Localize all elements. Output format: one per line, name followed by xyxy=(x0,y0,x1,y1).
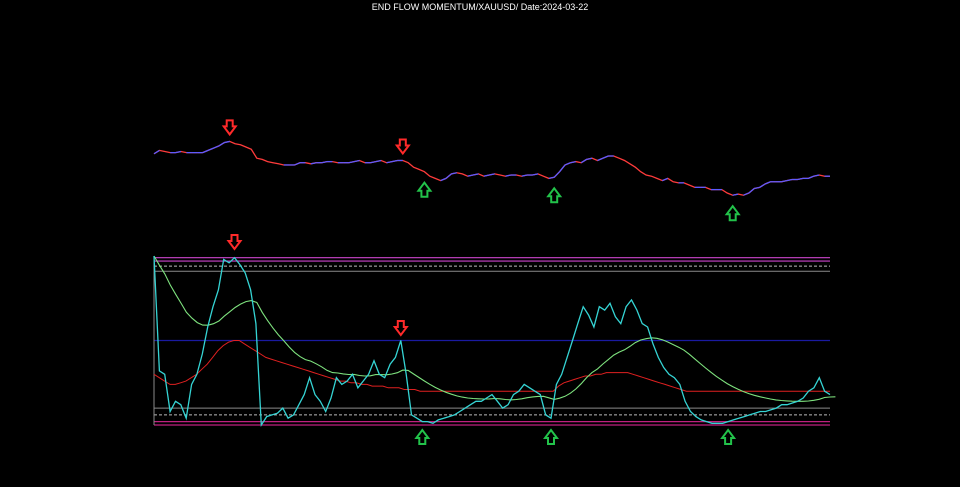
price-segment-up xyxy=(218,142,225,147)
price-segment-up xyxy=(207,147,214,152)
price-segment-up xyxy=(548,176,555,180)
price-line-down xyxy=(153,140,830,196)
price-segment-up xyxy=(797,177,804,181)
price-segment-up xyxy=(472,173,479,176)
price-segment-up xyxy=(559,164,566,173)
price-segment-up xyxy=(489,173,495,176)
price-segment-up xyxy=(754,186,760,190)
price-segment-up xyxy=(294,162,301,166)
price-segment-up xyxy=(521,174,528,177)
price-segment-up xyxy=(440,177,447,182)
price-segment-up xyxy=(310,162,317,165)
price-segment-up xyxy=(213,145,220,149)
buy-arrow xyxy=(546,186,563,204)
price-segment-up xyxy=(662,177,669,182)
price-segment-up xyxy=(808,175,815,180)
price-segment-up xyxy=(743,192,750,196)
price-segment-up xyxy=(764,181,771,185)
price-segment-up xyxy=(532,173,539,176)
sell-arrow xyxy=(221,119,238,137)
buy-arrow xyxy=(543,428,559,445)
price-segment-up xyxy=(586,157,593,160)
price-segment-up xyxy=(386,160,393,164)
baseline-line xyxy=(153,340,830,392)
price-segment-up xyxy=(467,174,474,177)
price-segment-up xyxy=(553,171,561,178)
price-segment-up xyxy=(321,160,328,164)
sell-arrow xyxy=(226,234,243,251)
price-segment-up xyxy=(781,180,787,183)
price-segment-up xyxy=(353,159,360,163)
price-segment-up xyxy=(391,159,398,163)
price-segment-up xyxy=(348,160,355,164)
price-segment-up xyxy=(375,159,382,163)
buy-arrow xyxy=(416,181,433,198)
price-segment-up xyxy=(748,187,755,194)
price-segment-up xyxy=(224,140,230,144)
price-segment-up xyxy=(451,172,457,175)
sell-arrow xyxy=(394,138,411,156)
price-segment-up xyxy=(483,174,490,177)
buy-arrow xyxy=(414,428,431,445)
oscillator-panel xyxy=(153,234,836,445)
price-segment-up xyxy=(580,158,587,164)
price-segment-up xyxy=(175,150,182,154)
price-segment-up xyxy=(153,149,160,155)
price-segment-up xyxy=(570,160,576,164)
price-segment-up xyxy=(597,157,604,162)
price-segment-up xyxy=(759,183,766,188)
price-segment-up xyxy=(732,193,739,196)
price-segment-up xyxy=(813,174,820,177)
buy-arrow xyxy=(724,204,741,222)
price-segment-up xyxy=(564,162,571,166)
price-segment-up xyxy=(202,149,209,154)
price-segment-up xyxy=(505,174,512,177)
buy-arrow xyxy=(720,428,737,445)
price-segment-up xyxy=(370,160,376,164)
price-segment-up xyxy=(602,155,609,159)
chart-canvas xyxy=(153,119,836,445)
sell-arrow xyxy=(392,320,409,337)
price-panel xyxy=(153,119,830,222)
price-segment-up xyxy=(786,178,793,182)
price-segment-up xyxy=(445,173,452,179)
